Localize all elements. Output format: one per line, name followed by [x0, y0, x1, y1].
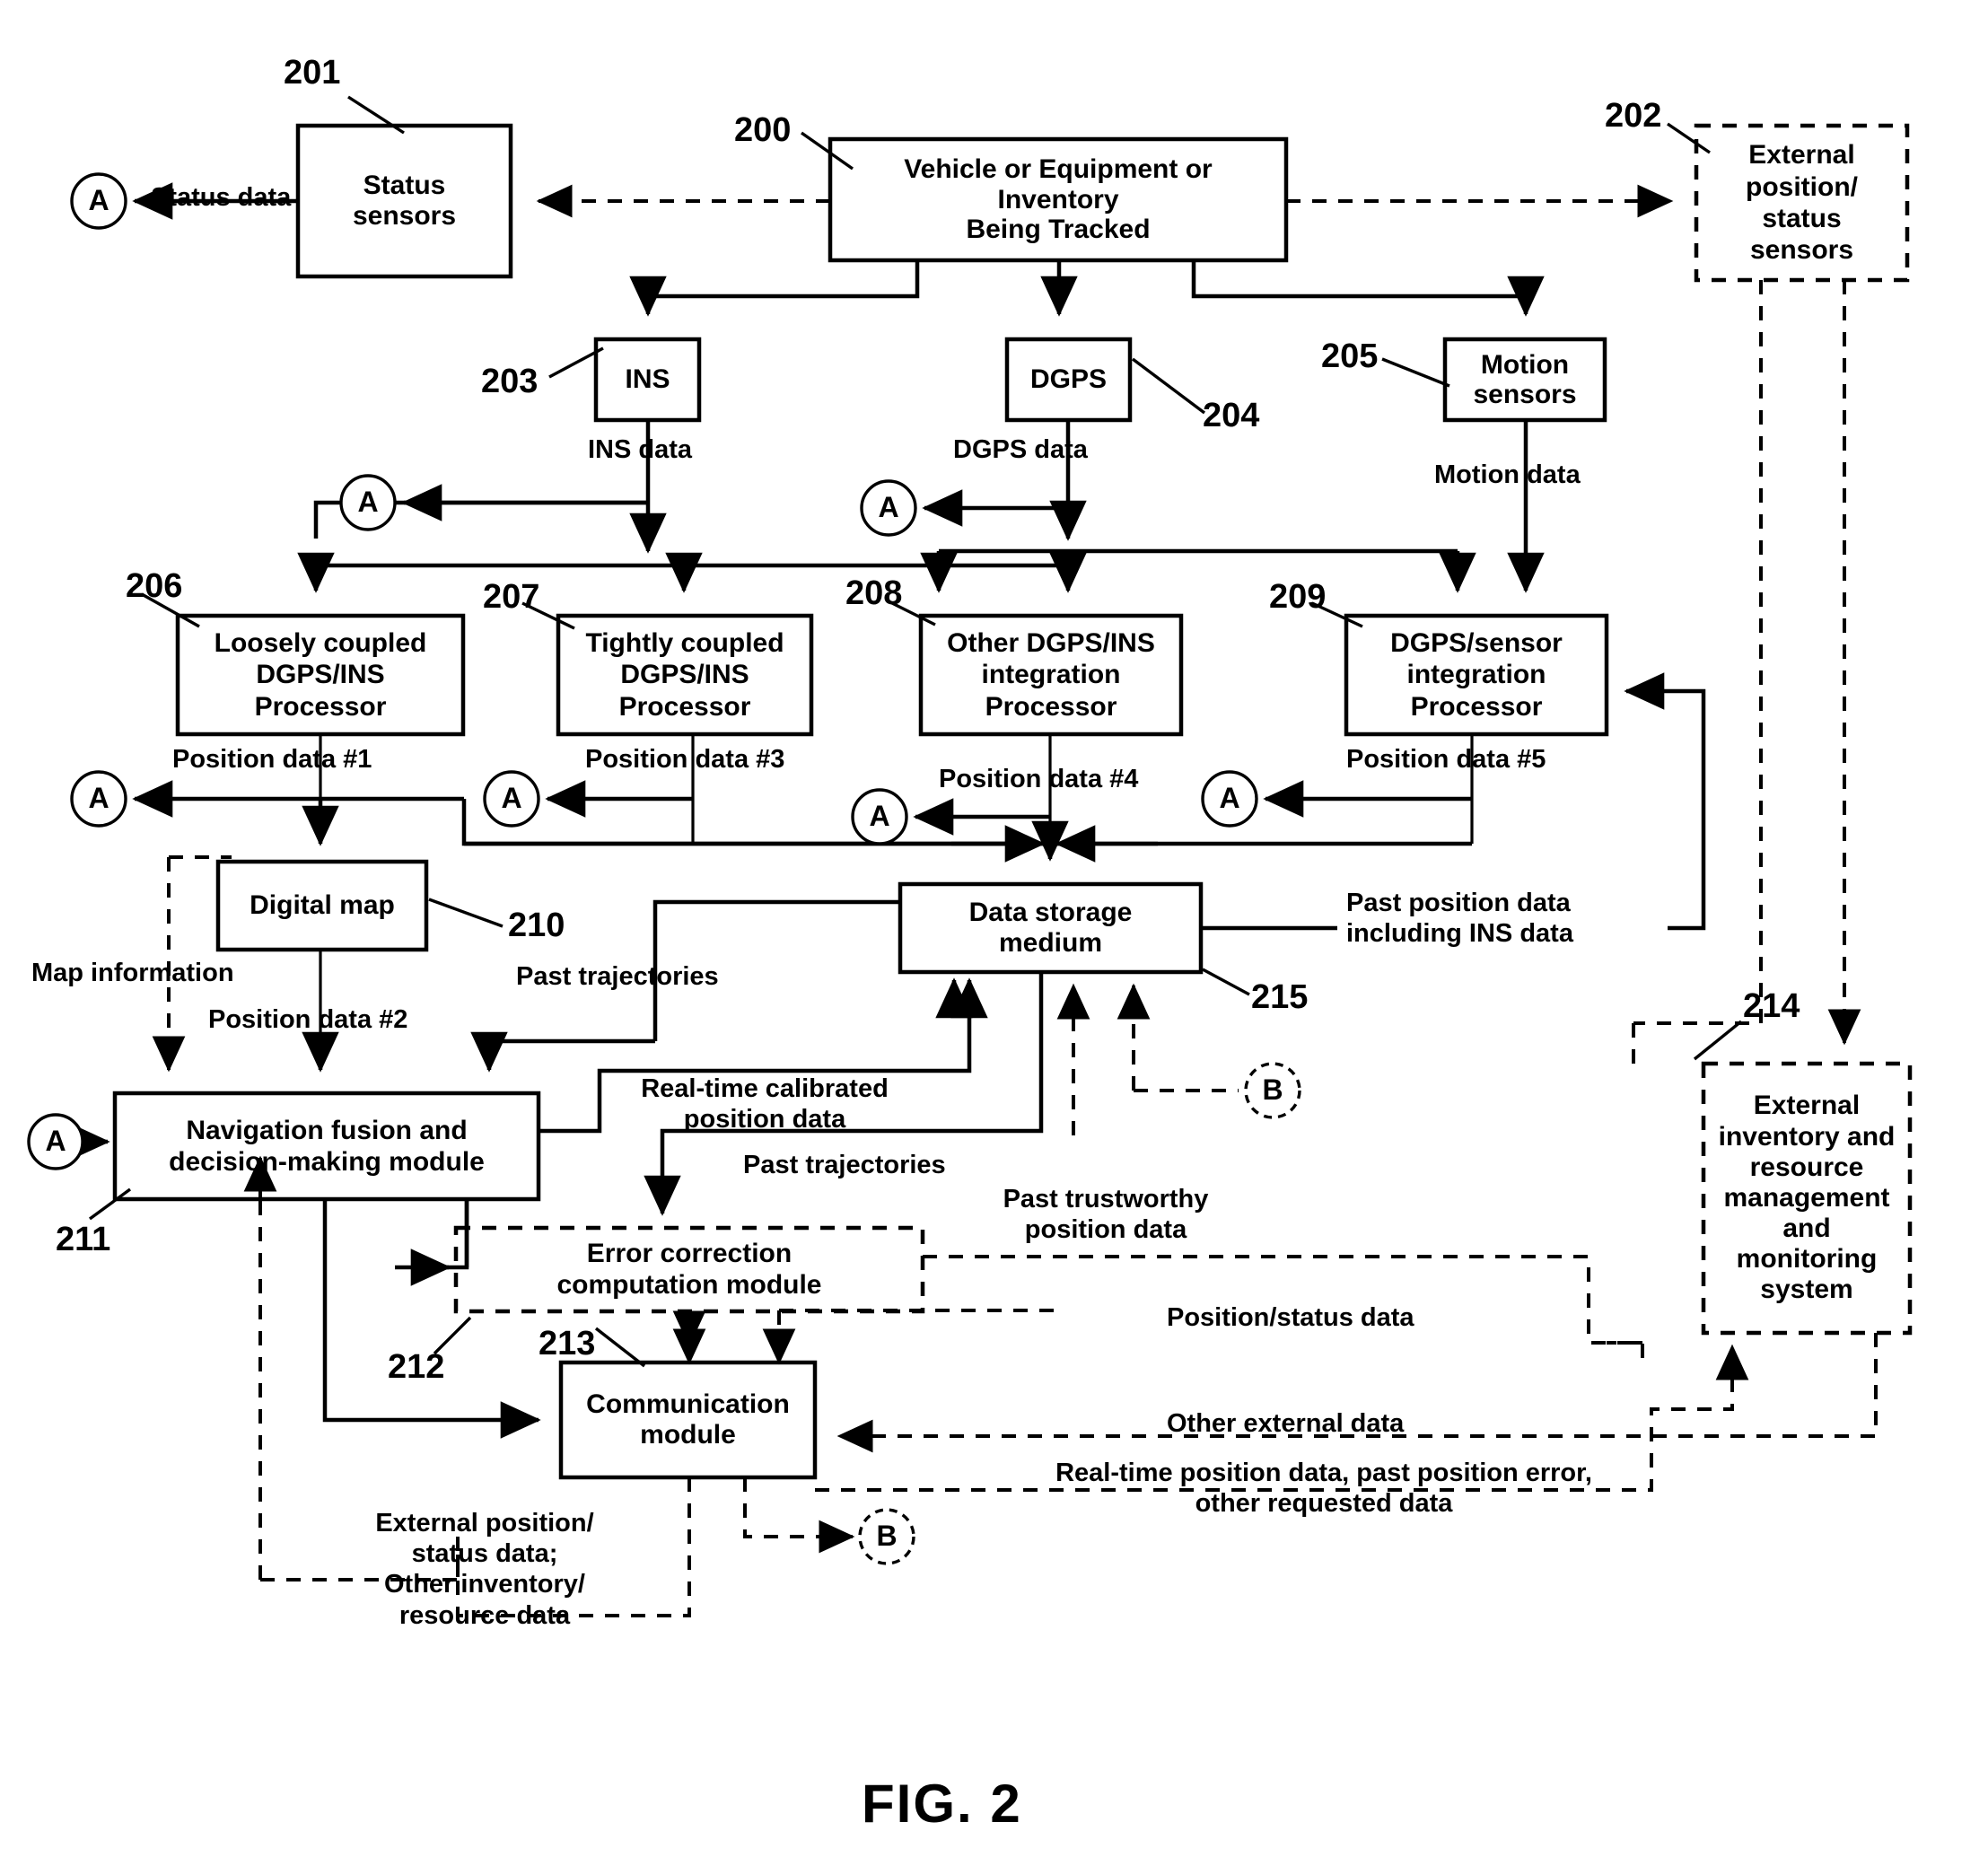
edge-213-to-B [743, 1477, 855, 1554]
label-209: DGPS/sensor integration Processor [1390, 627, 1563, 722]
connector-label-A-nav: A [45, 1125, 66, 1157]
connector-label-A-pd3: A [501, 782, 522, 814]
edge-label-past-trajectories-b: Past trajectories [743, 1151, 946, 1179]
ref-204: 204 [1203, 397, 1260, 434]
label-213: Communication module [586, 1389, 790, 1450]
connector-label-B-storage: B [1262, 1073, 1283, 1106]
patent-figure-2: 201 200 202 203 204 205 206 207 208 209 … [0, 0, 1988, 1875]
figure-caption: FIG. 2 [862, 1774, 1022, 1834]
ref-205: 205 [1321, 337, 1379, 375]
edge-200-to-205 [1191, 260, 1545, 317]
ref-206: 206 [126, 567, 183, 605]
connector-label-A-ins: A [357, 486, 379, 518]
label-211: Navigation fusion and decision-making mo… [169, 1115, 485, 1177]
edge-label-position-data-2: Position data #2 [208, 1005, 408, 1034]
ref-202: 202 [1605, 97, 1662, 135]
edge-200-to-203 [629, 260, 920, 317]
label-201: Status sensors [352, 171, 457, 231]
connector-label-A-pd1: A [88, 782, 109, 814]
edge-label-other-external-data: Other external data [1167, 1409, 1405, 1438]
label-205: Motion sensors [1473, 350, 1577, 409]
leader-214 [1693, 1020, 1743, 1061]
connector-label-A-pd5: A [1219, 782, 1240, 814]
edge-label-position-data-3: Position data #3 [585, 745, 785, 774]
leader-215 [1202, 968, 1250, 996]
label-203: INS [625, 364, 670, 394]
edge-label-external-status-data: External position/ status data; Other in… [375, 1509, 594, 1630]
edge-label-motion-data: Motion data [1434, 460, 1581, 489]
label-204: DGPS [1029, 364, 1108, 394]
ref-210: 210 [508, 907, 565, 944]
ref-214: 214 [1743, 987, 1800, 1025]
edge-label-realtime-request: Real-time position data, past position e… [1055, 1459, 1592, 1518]
ref-201: 201 [284, 54, 341, 92]
label-200: Vehicle or Equipment or Inventory Being … [904, 153, 1213, 245]
edge-label-realtime-calibrated: Real-time calibrated position data [641, 1074, 889, 1134]
label-207: Tightly coupled DGPS/INS Processor [585, 627, 784, 722]
edge-label-position-data-1: Position data #1 [172, 745, 372, 774]
edge-past-traj-1b [470, 1031, 655, 1073]
edge-label-map-information: Map information [31, 959, 234, 987]
label-210: Digital map [250, 890, 395, 920]
edge-label-past-trustworthy: Past trustworthy position data [1003, 1185, 1209, 1244]
edge-label-status-data: Status data [151, 183, 292, 212]
edge-label-position-data-4: Position data #4 [939, 765, 1139, 793]
ref-213: 213 [539, 1325, 596, 1362]
edge-label-past-trajectories-a: Past trajectories [516, 962, 719, 991]
connector-label-A-pd4: A [869, 800, 890, 832]
edge-label-position-data-5: Position data #5 [1346, 745, 1546, 774]
ref-203: 203 [481, 363, 539, 400]
label-212: Error correction computation module [556, 1239, 822, 1300]
leader-213 [594, 1327, 646, 1368]
ref-215: 215 [1251, 978, 1309, 1016]
ref-212: 212 [388, 1348, 445, 1386]
leader-210 [428, 898, 504, 928]
connector-label-B-comm: B [876, 1520, 898, 1552]
connector-label-A-status: A [88, 184, 109, 216]
label-215: Data storage medium [968, 897, 1133, 958]
label-206: Loosely coupled DGPS/INS Processor [214, 627, 427, 722]
label-202: External position/ status sensors [1746, 140, 1858, 266]
ref-208: 208 [845, 574, 903, 612]
ref-209: 209 [1269, 578, 1327, 616]
ref-200: 200 [734, 111, 792, 149]
leader-205 [1381, 357, 1450, 388]
ref-211: 211 [56, 1221, 111, 1258]
leader-204 [1131, 357, 1206, 415]
label-214: External inventory and resource manageme… [1718, 1091, 1896, 1305]
label-208: Other DGPS/INS integration Processor [947, 627, 1155, 722]
edge-label-ins-data: INS data [588, 435, 693, 464]
edge-label-dgps-data: DGPS data [953, 435, 1088, 464]
ref-207: 207 [483, 578, 540, 616]
edge-label-position-status-data: Position/status data [1167, 1303, 1414, 1332]
edge-206-bus [461, 799, 1041, 846]
connector-label-A-dgps: A [878, 491, 899, 523]
edge-label-past-position-data: Past position data including INS data [1346, 889, 1573, 948]
